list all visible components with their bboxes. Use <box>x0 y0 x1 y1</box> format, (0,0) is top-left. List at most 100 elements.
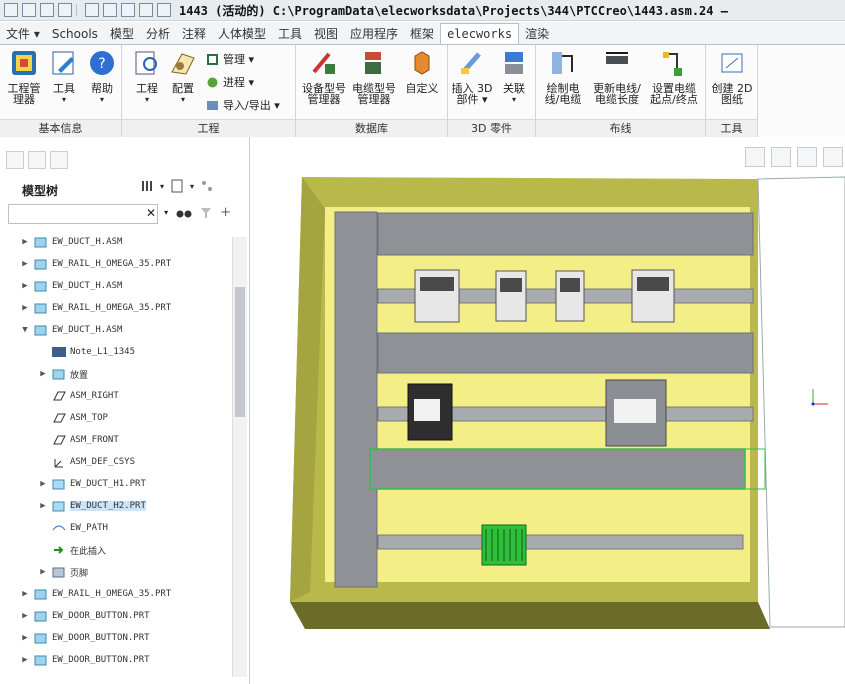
tree-row[interactable]: ▶ EW_DUCT_H.ASM <box>20 276 122 296</box>
custom-button[interactable]: 自定义 <box>402 48 442 94</box>
favorites-tab-icon[interactable] <box>50 151 68 169</box>
expand-toggle-icon[interactable]: ▼ <box>20 325 30 335</box>
expand-toggle-icon[interactable]: ▶ <box>38 369 48 379</box>
process-button[interactable]: 进程 ▾ <box>206 74 254 90</box>
tree-row[interactable]: ▶ 放置 <box>38 364 88 384</box>
redo-icon[interactable] <box>103 3 117 17</box>
window-icon[interactable] <box>139 3 153 17</box>
tab-6[interactable]: 工具 <box>272 24 308 44</box>
show-icon[interactable] <box>170 179 184 193</box>
tree-filter-icon[interactable] <box>200 179 214 193</box>
circuit-breaker[interactable] <box>555 270 585 322</box>
manage-button[interactable]: 管理 ▾ <box>206 51 254 67</box>
tab-8[interactable]: 应用程序 <box>344 24 404 44</box>
tree-row[interactable]: ▶ 页脚 <box>38 562 88 582</box>
tree-row[interactable]: ▼ EW_DUCT_H.ASM <box>20 320 122 340</box>
model-tree-tab-icon[interactable] <box>6 151 24 169</box>
expand-toggle-icon[interactable]: ▶ <box>20 633 30 643</box>
tab-2[interactable]: 模型 <box>104 24 140 44</box>
circuit-breaker[interactable] <box>631 269 675 323</box>
expand-toggle-icon[interactable]: ▶ <box>38 567 48 577</box>
search-dropdown-icon[interactable]: ▾ <box>164 208 168 217</box>
tree-row[interactable]: ▶ EW_RAIL_H_OMEGA_35.PRT <box>20 584 171 604</box>
tree-scrollbar[interactable] <box>232 237 247 677</box>
add-icon[interactable]: + <box>220 205 231 220</box>
create-2d-drawing-button[interactable]: 创建 2D 图纸 <box>710 48 754 105</box>
tab-7[interactable]: 视图 <box>308 24 344 44</box>
cabinet-3d-view[interactable] <box>250 137 845 684</box>
terminal-block[interactable] <box>481 524 527 566</box>
open-file-icon[interactable] <box>40 3 54 17</box>
show-dropdown-icon[interactable]: ▾ <box>190 182 194 191</box>
update-wire-length-button[interactable]: 更新电线/ 电缆长度 <box>590 48 644 105</box>
tree-row[interactable]: Note_L1_1345 <box>38 342 135 362</box>
associate-button[interactable]: 关联 ▾ <box>496 48 532 105</box>
tab-9[interactable]: 框架 <box>404 24 440 44</box>
tree-row[interactable]: 在此插入 <box>38 540 106 560</box>
new-file-icon[interactable] <box>22 3 36 17</box>
regenerate-icon[interactable] <box>121 3 135 17</box>
tree-row[interactable]: ▶ EW_DUCT_H1.PRT <box>38 474 146 494</box>
project-manager-button[interactable]: 工程管 理器 <box>6 48 42 105</box>
tools-button[interactable]: 工具 ▾ <box>48 48 80 105</box>
view-orient-icon[interactable] <box>771 147 791 167</box>
tree-row[interactable]: ASM_TOP <box>38 408 108 428</box>
expand-toggle-icon[interactable]: ▶ <box>20 655 30 665</box>
tree-row[interactable]: ASM_FRONT <box>38 430 119 450</box>
tab-3[interactable]: 分析 <box>140 24 176 44</box>
search-input[interactable] <box>8 204 158 224</box>
zoom-icon[interactable] <box>745 147 765 167</box>
import-export-button[interactable]: 导入/导出 ▾ <box>206 97 280 113</box>
tab-5[interactable]: 人体模型 <box>212 24 272 44</box>
expand-toggle-icon[interactable]: ▶ <box>20 281 30 291</box>
set-cable-endpoints-button[interactable]: 设置电缆 起点/终点 <box>646 48 702 105</box>
draw-wire-label: 绘制电 线/电缆 <box>544 82 582 106</box>
insert-3d-part-button[interactable]: 插入 3D 部件 ▾ <box>450 48 494 105</box>
expand-toggle-icon[interactable]: ▶ <box>20 237 30 247</box>
tree-row[interactable]: ▶ EW_DOOR_BUTTON.PRT <box>20 628 150 648</box>
tree-scroll-thumb[interactable] <box>235 287 245 417</box>
help-button[interactable]: ? 帮助 ▾ <box>86 48 118 105</box>
tab-0[interactable]: 文件 ▾ <box>0 24 46 44</box>
contactor-small[interactable] <box>407 383 453 441</box>
undo-icon[interactable] <box>85 3 99 17</box>
tree-row[interactable]: ASM_DEF_CSYS <box>38 452 135 472</box>
circuit-breaker[interactable] <box>414 269 460 323</box>
contactor-large[interactable] <box>605 379 667 447</box>
filter-icon[interactable] <box>200 207 212 219</box>
settings-icon[interactable] <box>140 179 154 193</box>
tree-row[interactable]: ▶ EW_DOOR_BUTTON.PRT <box>20 606 150 626</box>
tab-10[interactable]: elecworks <box>440 23 520 44</box>
tab-1[interactable]: Schools <box>46 24 104 44</box>
settings-dropdown-icon[interactable]: ▾ <box>160 182 164 191</box>
tree-row[interactable]: ▶ EW_DUCT_H.ASM <box>20 232 122 252</box>
draw-wire-button[interactable]: 绘制电 线/电缆 <box>538 48 588 105</box>
tab-4[interactable]: 注释 <box>176 24 212 44</box>
cable-model-manager-button[interactable]: 电缆型号 管理器 <box>350 48 398 105</box>
tab-11[interactable]: 渲染 <box>519 24 555 44</box>
circuit-breaker[interactable] <box>495 270 527 322</box>
config-button[interactable]: 配置 ▾ <box>166 48 200 105</box>
save-icon[interactable] <box>58 3 72 17</box>
device-model-manager-button[interactable]: 设备型号 管理器 <box>300 48 348 105</box>
expand-toggle-icon[interactable]: ▶ <box>20 589 30 599</box>
close-window-icon[interactable] <box>157 3 171 17</box>
project-button[interactable]: 工程 ▾ <box>130 48 164 105</box>
tree-row[interactable]: ▶ EW_DUCT_H2.PRT <box>38 496 146 516</box>
saved-views-icon[interactable] <box>823 147 843 167</box>
tree-row[interactable]: EW_PATH <box>38 518 108 538</box>
expand-toggle-icon[interactable]: ▶ <box>38 501 48 511</box>
tree-row[interactable]: ASM_RIGHT <box>38 386 119 406</box>
find-binoculars-icon[interactable] <box>176 206 192 220</box>
expand-toggle-icon[interactable]: ▶ <box>20 303 30 313</box>
expand-toggle-icon[interactable]: ▶ <box>20 259 30 269</box>
expand-toggle-icon[interactable]: ▶ <box>38 479 48 489</box>
tree-row[interactable]: ▶ EW_DOOR_BUTTON.PRT <box>20 650 150 670</box>
graphics-area[interactable] <box>250 137 845 684</box>
display-style-icon[interactable] <box>797 147 817 167</box>
expand-toggle-icon[interactable]: ▶ <box>20 611 30 621</box>
tree-row[interactable]: ▶ EW_RAIL_H_OMEGA_35.PRT <box>20 298 171 318</box>
folder-browser-tab-icon[interactable] <box>28 151 46 169</box>
tree-row[interactable]: ▶ EW_RAIL_H_OMEGA_35.PRT <box>20 254 171 274</box>
clear-search-icon[interactable]: ✕ <box>146 206 156 220</box>
